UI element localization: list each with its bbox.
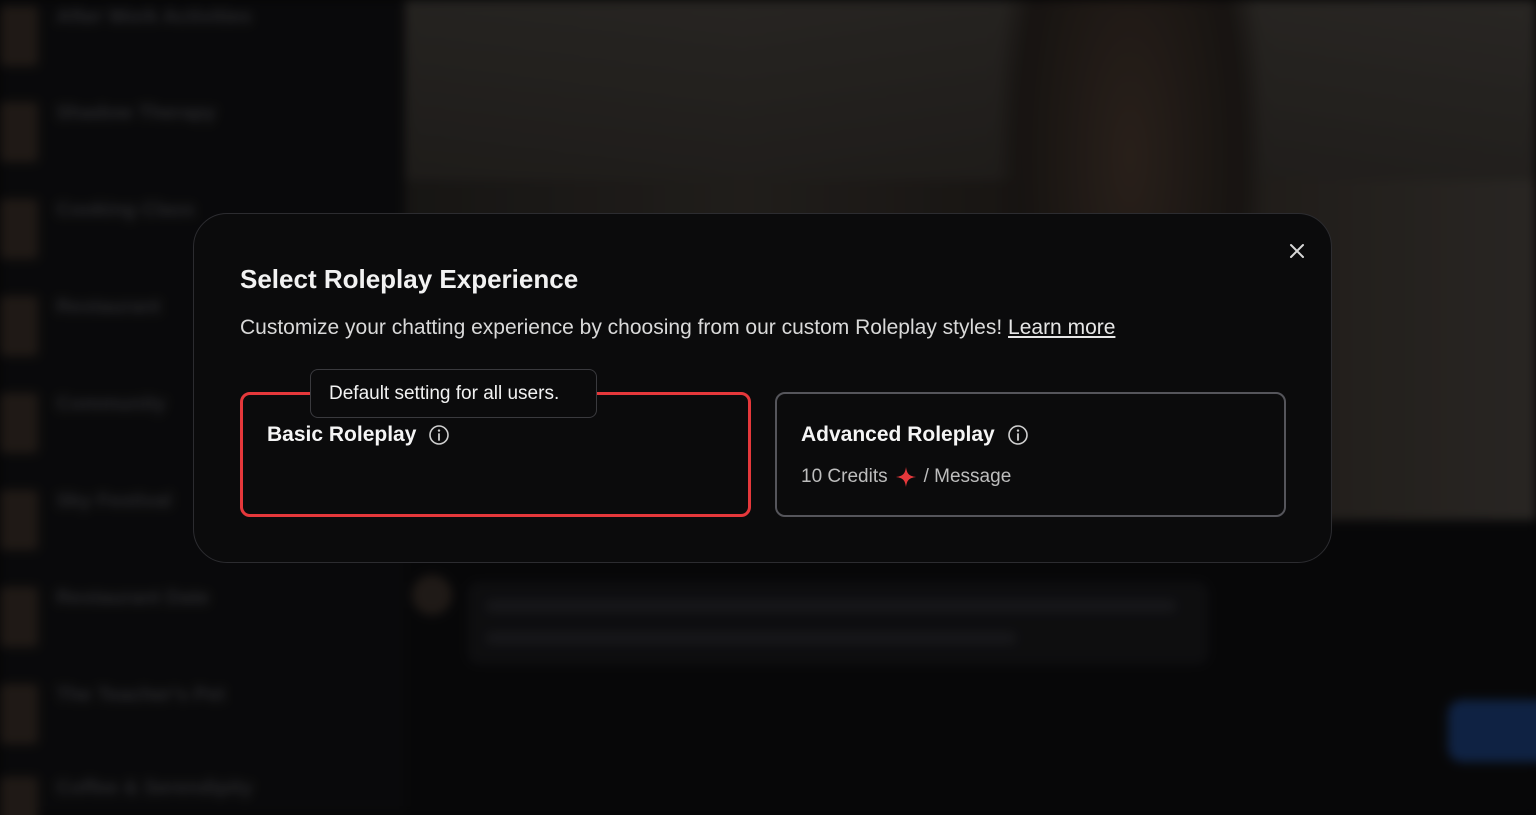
cost-amount: 10 Credits (801, 466, 888, 487)
modal-title: Select Roleplay Experience (240, 264, 579, 294)
option-title: Basic Roleplay (267, 423, 450, 447)
tooltip: Default setting for all users. (310, 369, 597, 418)
description-text: Customize your chatting experience by ch… (240, 316, 1003, 339)
roleplay-modal: Select Roleplay Experience Customize you… (193, 213, 1332, 563)
sparkle-icon (895, 467, 916, 487)
modal-description: Customize your chatting experience by ch… (240, 316, 1115, 340)
app-stage: After Work Activities Shadow Therapy Coo… (0, 0, 1536, 815)
cost-suffix: / Message (923, 466, 1012, 487)
option-title: Advanced Roleplay (801, 423, 1029, 447)
info-icon[interactable] (1007, 424, 1029, 446)
option-label: Basic Roleplay (267, 423, 417, 446)
learn-more-link[interactable]: Learn more (1008, 316, 1115, 339)
advanced-roleplay-option[interactable]: Advanced Roleplay 10 Credits / Message (775, 392, 1286, 517)
close-icon (1288, 242, 1306, 260)
option-cost: 10 Credits / Message (801, 466, 1011, 488)
close-button[interactable] (1282, 236, 1312, 266)
info-icon[interactable] (428, 424, 450, 446)
option-label: Advanced Roleplay (801, 423, 995, 446)
